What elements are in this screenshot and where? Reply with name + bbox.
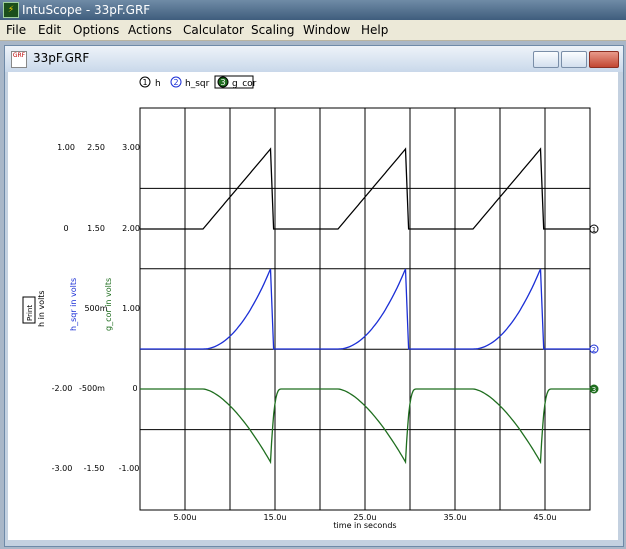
- y1-tick: 0: [63, 224, 68, 233]
- legend: 1 h 2 h_sqr 3 g_cor: [139, 75, 257, 89]
- y-axis-labels: 1.00 0 -2.00 -3.00 2.50 1.50 500m -500m …: [52, 143, 140, 473]
- plot-canvas: 1 h 2 h_sqr 3 g_cor 1 2 3 1.00 0 -2.00 -3.…: [8, 72, 618, 540]
- x-tick: 15.0u: [264, 513, 287, 522]
- menu-file[interactable]: File: [6, 22, 26, 38]
- y1-tick: -3.00: [52, 464, 73, 473]
- legend-label: h_sqr: [185, 79, 210, 89]
- y2-axis-title: h_sqr in volts: [69, 278, 78, 331]
- y3-tick: 3.00: [122, 143, 140, 152]
- plot-grid: [140, 108, 590, 510]
- trace-end-marker-num: 2: [592, 346, 596, 354]
- window-title: IntuScope - 33pF.GRF: [22, 3, 151, 17]
- y2-tick: 1.50: [87, 224, 105, 233]
- y2-tick: -1.50: [84, 464, 105, 473]
- y3-tick: 1.00: [122, 304, 140, 313]
- y3-tick: 2.00: [122, 224, 140, 233]
- minimize-button[interactable]: [533, 51, 559, 68]
- legend-label: h: [155, 79, 161, 89]
- x-axis-title: time in seconds: [333, 521, 396, 530]
- close-button[interactable]: [589, 51, 619, 68]
- y3-tick: -1.00: [119, 464, 140, 473]
- title-bar: ⚡ IntuScope - 33pF.GRF: [0, 0, 626, 20]
- graph-window-title: 33pF.GRF: [33, 51, 90, 65]
- y2-tick: -500m: [79, 384, 105, 393]
- trace-end-marker-num: 3: [592, 386, 596, 394]
- trace-end-marker-num: 1: [592, 226, 596, 234]
- x-axis-labels: 5.00u 15.0u 25.0u 35.0u 45.0u time in se…: [174, 513, 557, 530]
- grf-doc-icon: GRF: [11, 51, 27, 68]
- legend-item-h[interactable]: 1 h: [139, 76, 161, 89]
- legend-item-g_cor[interactable]: 3 g_cor: [214, 75, 257, 89]
- legend-label: g_cor: [232, 79, 257, 89]
- left-print-box[interactable]: Print: [22, 296, 36, 324]
- x-tick: 35.0u: [444, 513, 467, 522]
- menu-options[interactable]: Options: [73, 22, 119, 38]
- y1-tick: -2.00: [52, 384, 73, 393]
- x-tick: 45.0u: [534, 513, 557, 522]
- y3-tick: 0: [132, 384, 137, 393]
- y3-axis-title: g_cor in volts: [104, 278, 113, 331]
- graph-window-titlebar[interactable]: GRF 33pF.GRF: [5, 46, 623, 72]
- menu-calculator[interactable]: Calculator: [183, 22, 244, 38]
- menu-bar: File Edit Options Actions Calculator Sca…: [0, 20, 626, 41]
- legend-num: 1: [142, 78, 147, 87]
- menu-help[interactable]: Help: [361, 22, 388, 38]
- menu-window[interactable]: Window: [303, 22, 350, 38]
- x-tick: 5.00u: [174, 513, 197, 522]
- trace-end-markers: 1 2 3: [589, 224, 599, 394]
- legend-item-h_sqr[interactable]: 2 h_sqr: [170, 76, 210, 89]
- legend-num: 3: [220, 78, 225, 87]
- y2-tick: 2.50: [87, 143, 105, 152]
- legend-num: 2: [173, 78, 178, 87]
- plot-area: 1 2 3: [139, 107, 599, 511]
- menu-scaling[interactable]: Scaling: [251, 22, 294, 38]
- y1-axis-title: h in volts: [37, 290, 46, 327]
- y1-tick: 1.00: [57, 143, 75, 152]
- intuscope-app-icon: ⚡: [3, 2, 19, 18]
- print-label: Print: [26, 305, 34, 321]
- menu-edit[interactable]: Edit: [38, 22, 61, 38]
- restore-button[interactable]: [561, 51, 587, 68]
- menu-actions[interactable]: Actions: [128, 22, 172, 38]
